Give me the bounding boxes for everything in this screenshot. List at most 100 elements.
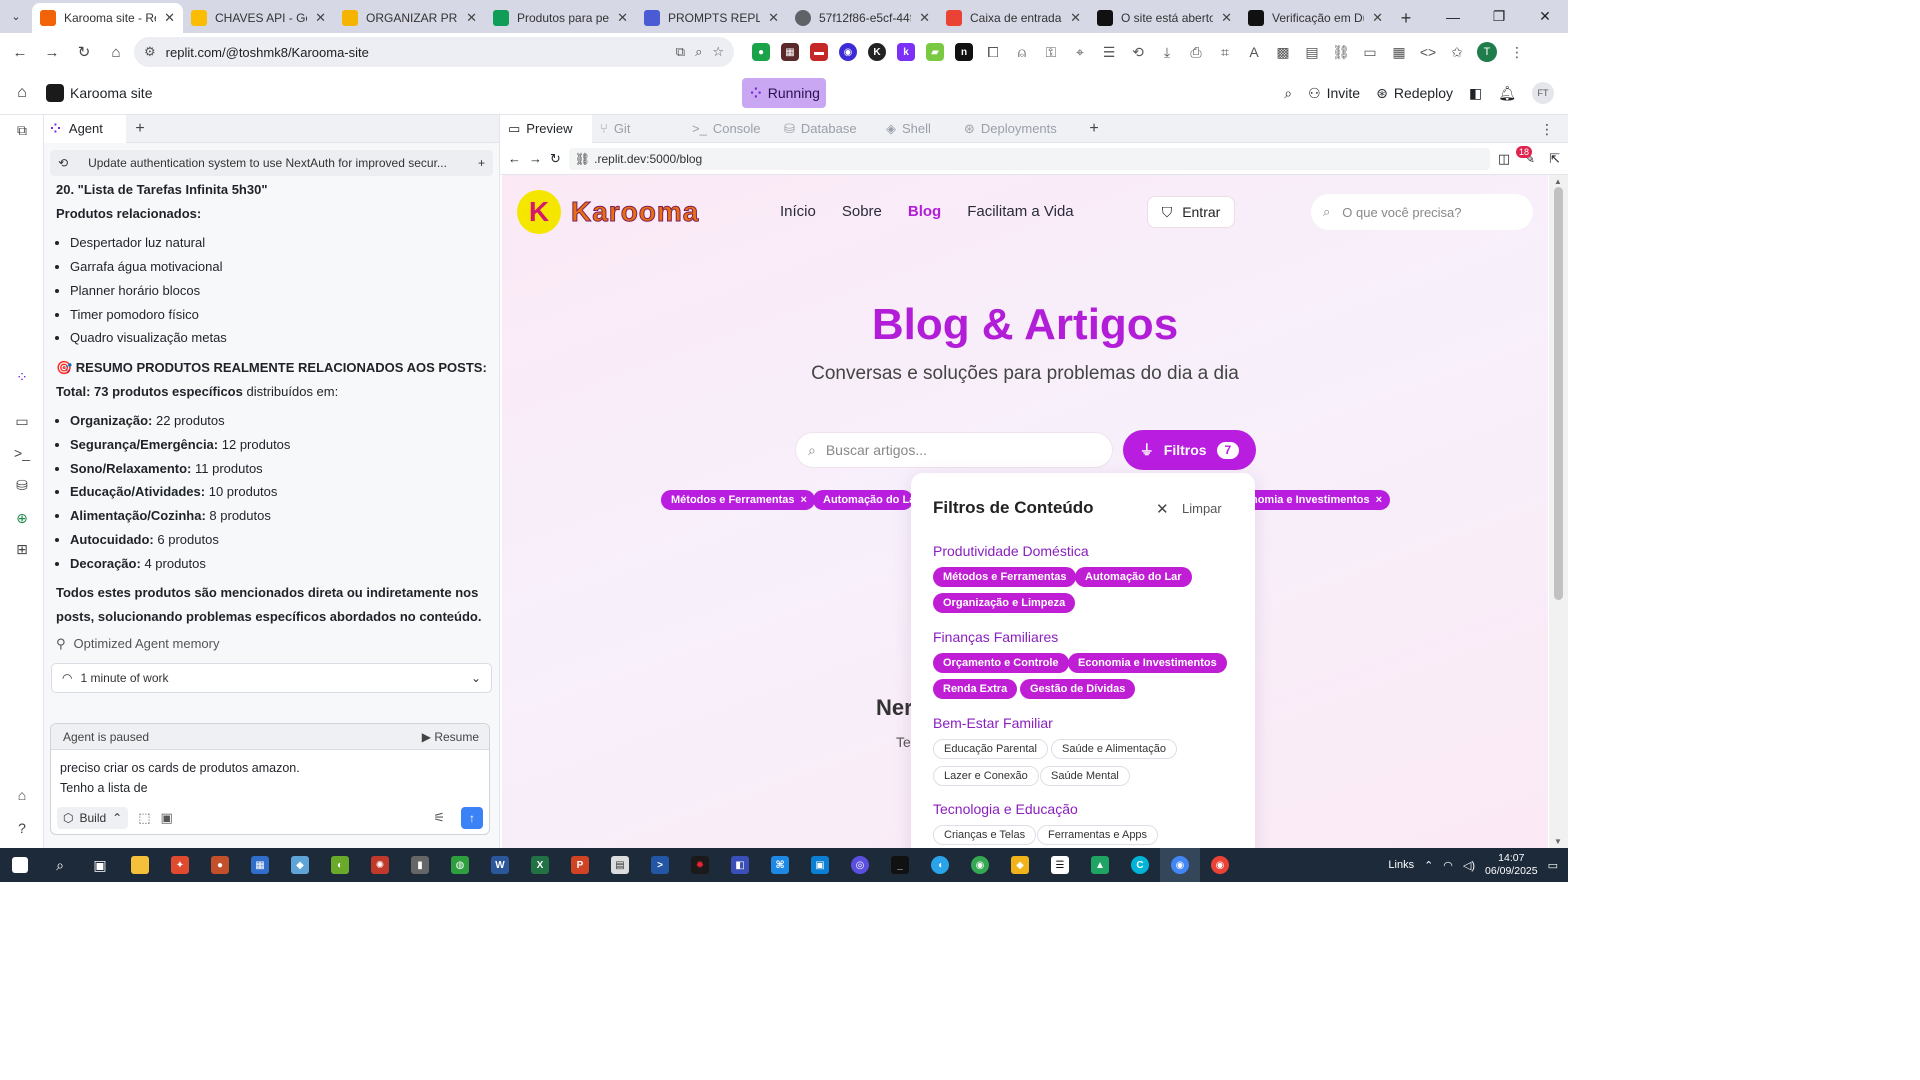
extension-icon[interactable]: k <box>897 43 915 61</box>
user-avatar[interactable]: FT <box>1532 82 1554 104</box>
app-icon[interactable]: ✹ <box>680 848 720 882</box>
nav-item-sobre[interactable]: Sobre <box>842 203 882 220</box>
app-icon[interactable]: ● <box>200 848 240 882</box>
word-icon[interactable]: W <box>480 848 520 882</box>
filter-tag[interactable]: Saúde e Alimentação <box>1051 739 1177 759</box>
volume-icon[interactable]: ◁) <box>1463 859 1475 872</box>
bookmark-star-icon[interactable]: ☆ <box>712 44 724 60</box>
files-icon[interactable]: ⧉ <box>12 120 32 140</box>
file-explorer-icon[interactable] <box>120 848 160 882</box>
active-filter-chip[interactable]: Economia e Investimentos × <box>1236 490 1390 510</box>
links-toolbar[interactable]: Links <box>1388 859 1414 871</box>
reader-icon[interactable]: ▤ <box>1303 43 1321 61</box>
browser-tab-5[interactable]: 57f12f86-e5cf-44fe-a ✕ <box>787 3 938 33</box>
restore-icon[interactable]: ❐ <box>1476 0 1522 33</box>
app-icon[interactable]: ☰ <box>1040 848 1080 882</box>
close-tab-icon[interactable]: ✕ <box>768 10 779 26</box>
app-icon[interactable]: ▣ <box>800 848 840 882</box>
nav-item-facilitam[interactable]: Facilitam a Vida <box>967 203 1073 220</box>
close-icon[interactable]: ✕ <box>1156 500 1169 518</box>
preview-icon[interactable]: ▭ <box>12 411 32 431</box>
active-filter-chip[interactable]: Métodos e Ferramentas × <box>661 490 815 510</box>
extension-icon[interactable]: ▬ <box>810 43 828 61</box>
forward-icon[interactable]: → <box>38 38 66 66</box>
tab-shell[interactable]: ◈ Shell <box>878 115 956 143</box>
app-icon[interactable]: ◖ <box>920 848 960 882</box>
back-icon[interactable]: ← <box>508 151 521 166</box>
browser-tab-1[interactable]: CHAVES API - Google ✕ <box>183 3 334 33</box>
puzzle-icon[interactable]: ⧠ <box>984 43 1002 61</box>
powerpoint-icon[interactable]: P <box>560 848 600 882</box>
tab-git[interactable]: ⑂ Git <box>592 115 684 143</box>
remove-chip-icon[interactable]: × <box>800 494 806 506</box>
reading-list-icon[interactable]: ☰ <box>1100 43 1118 61</box>
tab-database[interactable]: ⛁ Database <box>776 115 878 143</box>
app-icon[interactable]: C <box>1120 848 1160 882</box>
select-element-icon[interactable]: ⬚ <box>138 810 150 826</box>
apps-grid-icon[interactable]: ⊞ <box>12 539 32 559</box>
work-summary[interactable]: ◠ 1 minute of work ⌄ <box>51 662 492 693</box>
chat-input[interactable]: preciso criar os cards de produtos amazo… <box>51 750 489 808</box>
tab-agent[interactable]: ⁘ Agent <box>44 114 126 143</box>
qr-icon[interactable]: ▩ <box>1274 43 1292 61</box>
table-icon[interactable]: ▦ <box>1390 43 1408 61</box>
filter-tag[interactable]: Orçamento e Controle <box>933 653 1069 673</box>
preview-scrollbar[interactable]: ▲ ▼ <box>1549 175 1568 848</box>
app-icon[interactable]: ◍ <box>440 848 480 882</box>
nav-item-inicio[interactable]: Início <box>780 203 816 220</box>
database-icon[interactable]: ⛁ <box>12 475 32 495</box>
profile-avatar[interactable]: T <box>1477 42 1497 62</box>
browser-tab-4[interactable]: PROMPTS REPLIT - D ✕ <box>636 3 787 33</box>
download-icon[interactable]: ⤓ <box>1158 43 1176 61</box>
translate-icon[interactable]: A <box>1245 43 1263 61</box>
send-button[interactable]: ↑ <box>461 807 483 829</box>
app-icon[interactable]: ◐ <box>320 848 360 882</box>
filter-tag[interactable]: Lazer e Conexão <box>933 766 1039 786</box>
app-icon[interactable]: ◎ <box>840 848 880 882</box>
powershell-icon[interactable]: > <box>640 848 680 882</box>
location-icon[interactable]: ⌖ <box>1071 43 1089 61</box>
extension-icon[interactable]: ◉ <box>839 43 857 61</box>
menu-kebab-icon[interactable]: ⋮ <box>1508 43 1526 61</box>
screenshot-icon[interactable]: ⌗ <box>1216 43 1234 61</box>
forward-icon[interactable]: → <box>529 151 542 166</box>
settings-sliders-icon[interactable]: ⚟ <box>433 810 445 826</box>
redeploy-button[interactable]: ⊛ Redeploy <box>1376 85 1453 102</box>
filter-tag[interactable]: Automação do Lar <box>1075 567 1192 587</box>
extension-icon[interactable]: ● <box>752 43 770 61</box>
scroll-up-icon[interactable]: ▲ <box>1554 177 1562 186</box>
feedback-icon[interactable]: ◧ <box>1469 85 1482 102</box>
filter-tag[interactable]: Métodos e Ferramentas <box>933 567 1077 587</box>
wifi-icon[interactable]: ◠ <box>1443 859 1453 872</box>
site-info-icon[interactable]: ⚙ <box>144 44 156 60</box>
scroll-down-icon[interactable]: ▼ <box>1554 837 1562 846</box>
agent-icon[interactable]: ⁘ <box>12 367 32 387</box>
close-tab-icon[interactable]: ✕ <box>466 10 477 26</box>
chevron-down-icon[interactable]: ⌄ <box>471 671 481 685</box>
resume-button[interactable]: ▶ Resume <box>422 730 479 744</box>
login-button[interactable]: ⛉ Entrar <box>1147 196 1235 228</box>
remove-chip-icon[interactable]: × <box>1376 494 1382 506</box>
invite-button[interactable]: ⚇ Invite <box>1308 85 1360 102</box>
close-window-icon[interactable]: ✕ <box>1522 0 1568 33</box>
history-icon[interactable]: ⟲ <box>1129 43 1147 61</box>
calculator-icon[interactable]: ▦ <box>240 848 280 882</box>
app-icon[interactable]: ▮ <box>400 848 440 882</box>
browser-tab-7[interactable]: O site está aberto no ✕ <box>1089 3 1240 33</box>
site-search-input[interactable]: ⌕ O que você precisa? <box>1311 194 1533 230</box>
close-tab-icon[interactable]: ✕ <box>617 10 628 26</box>
filter-tag[interactable]: Ferramentas e Apps <box>1037 825 1159 845</box>
task-view-icon[interactable]: ▣ <box>80 848 120 882</box>
terminal-icon[interactable]: _ <box>880 848 920 882</box>
replit-home-icon[interactable]: ⌂ <box>0 84 44 102</box>
filters-button[interactable]: ⏚ Filtros 7 <box>1123 430 1256 470</box>
extension-icon[interactable]: ▰ <box>926 43 944 61</box>
search-icon[interactable]: ⌕ <box>1284 85 1292 102</box>
key-icon[interactable]: ⚿ <box>1042 43 1060 61</box>
clock[interactable]: 14:07 06/09/2025 <box>1485 852 1538 878</box>
alerts-icon[interactable]: ⌂ <box>12 785 32 805</box>
browser-tab-2[interactable]: ORGANIZAR PRODUT ✕ <box>334 3 485 33</box>
zoom-icon[interactable]: ⌕ <box>695 44 702 60</box>
browser-tab-3[interactable]: Produtos para pesqu ✕ <box>485 3 636 33</box>
chat-history-row[interactable]: ⟲ Update authentication system to use Ne… <box>50 150 493 176</box>
